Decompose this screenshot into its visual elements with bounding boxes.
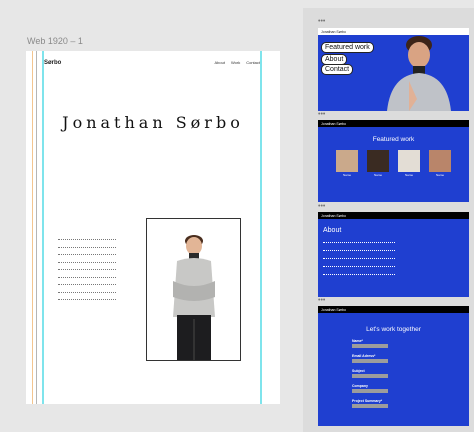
artboard-label[interactable]: Web 1920 – 1 — [27, 36, 83, 46]
desktop-artboard[interactable]: Sørbo About Work Contact Jonathan Sørbo — [26, 51, 280, 404]
form-field: Email Adress* — [352, 354, 469, 363]
hero-photo — [387, 36, 451, 111]
featured-heading: Featured work — [372, 136, 415, 143]
frame-4-dots-icon[interactable]: ••• — [318, 297, 325, 304]
form-field-input[interactable] — [352, 404, 388, 408]
form-field-label: Company — [352, 384, 368, 388]
frame-4-header: Jonathan Sørbo — [318, 306, 469, 313]
frame-1-header: Jonathan Sørbo — [318, 28, 469, 35]
dot-pattern — [58, 239, 116, 307]
form-field-label: Project Summary* — [352, 399, 383, 403]
site-logo[interactable]: Sørbo — [44, 60, 61, 66]
contact-form: Name* Email Adress* Subject Company Project … — [318, 339, 469, 408]
frame-2-dots-icon[interactable]: ••• — [318, 111, 325, 118]
form-field-input[interactable] — [352, 374, 388, 378]
layout-guide-left — [42, 51, 44, 404]
form-field: Project Summary* — [352, 399, 469, 408]
thumbnail-image — [429, 150, 451, 172]
nav-work[interactable]: Work — [231, 60, 240, 65]
about-heading: About — [323, 227, 342, 234]
thumbnail-image — [367, 150, 389, 172]
form-field: Name* — [352, 339, 469, 348]
top-nav: About Work Contact — [214, 60, 260, 65]
form-field-input[interactable] — [352, 389, 388, 393]
thumbnail-2[interactable]: Name — [367, 150, 389, 177]
nav-about[interactable]: About — [214, 60, 224, 65]
person-illustration — [173, 235, 215, 360]
contact-heading: Let's work together — [366, 326, 421, 333]
thumbnail-caption: Name — [435, 173, 444, 177]
thumbnail-caption: Name — [404, 173, 413, 177]
frame-1-dots-icon[interactable]: ••• — [318, 18, 325, 25]
contact-button[interactable]: Contact — [321, 64, 354, 75]
layout-guide-right — [260, 51, 262, 404]
thumbnail-caption: Name — [373, 173, 382, 177]
form-field-input[interactable] — [352, 359, 388, 363]
about-text-placeholder — [323, 242, 395, 275]
thumbnail-4[interactable]: Name — [429, 150, 451, 177]
form-field-label: Email Adress* — [352, 354, 376, 358]
form-field-input[interactable] — [352, 344, 388, 348]
form-field-label: Subject — [352, 369, 365, 373]
portrait-photo — [146, 218, 241, 361]
form-field: Company — [352, 384, 469, 393]
featured-work-button[interactable]: Featured work — [321, 42, 374, 53]
mobile-frame-featured[interactable]: Jonathan Sørbo Featured work Name Name Nam… — [318, 120, 469, 202]
layout-guide-gray — [36, 51, 37, 404]
form-field: Subject — [352, 369, 469, 378]
form-field-label: Name* — [352, 339, 363, 343]
mobile-frame-home[interactable]: Jonathan Sørbo Featured work About Conta… — [318, 28, 469, 111]
mobile-frame-about[interactable]: Jonathan Sørbo About — [318, 212, 469, 297]
thumbnail-caption: Name — [342, 173, 351, 177]
layout-guide-orange — [32, 51, 33, 404]
thumbnail-image — [398, 150, 420, 172]
mobile-frame-contact[interactable]: Jonathan Sørbo Let's work together Name*… — [318, 306, 469, 426]
frame-3-header: Jonathan Sørbo — [318, 212, 469, 219]
featured-thumbnails: Name Name Name Name — [318, 150, 469, 177]
thumbnail-3[interactable]: Name — [398, 150, 420, 177]
nav-contact[interactable]: Contact — [246, 60, 260, 65]
frame-2-header: Jonathan Sørbo — [318, 120, 469, 127]
thumbnail-1[interactable]: Name — [336, 150, 358, 177]
frame-3-dots-icon[interactable]: ••• — [318, 203, 325, 210]
hero-title: Jonathan Sørbo — [62, 113, 244, 132]
thumbnail-image — [336, 150, 358, 172]
